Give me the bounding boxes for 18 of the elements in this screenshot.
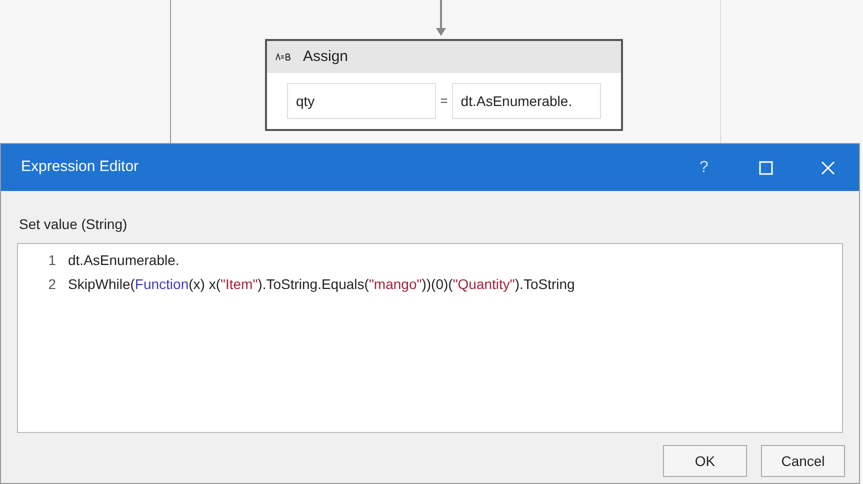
dialog-title: Expression Editor	[21, 157, 140, 178]
target-field[interactable]: qty	[287, 83, 436, 119]
close-icon	[821, 160, 835, 174]
assign-activity[interactable]: Assign qty = dt.AsEnumerable.	[265, 39, 623, 131]
code-line: SkipWhile(Function(x) x("Item").ToString.Equals("mango"))(0)("Quantity").ToString	[68, 275, 575, 294]
cancel-button[interactable]: Cancel	[761, 445, 845, 477]
line-number: 1	[47, 251, 57, 270]
ok-button[interactable]: OK	[663, 445, 747, 477]
line-number: 2	[47, 275, 57, 294]
activity-title: Assign	[303, 46, 348, 67]
arrow-icon	[435, 0, 447, 38]
field-label: Set value (String)	[19, 216, 128, 232]
value-field[interactable]: dt.AsEnumerable.	[452, 83, 601, 119]
maximize-icon	[759, 160, 773, 174]
equals-sign: =	[440, 92, 448, 110]
code-line: dt.AsEnumerable.	[68, 251, 180, 270]
code-editor[interactable]: 1 dt.AsEnumerable. 2 SkipWhile(Function(x) x("Item").ToString.Equals("mango"))(0)("Quantity").ToString	[17, 243, 843, 433]
assign-icon	[275, 53, 291, 61]
